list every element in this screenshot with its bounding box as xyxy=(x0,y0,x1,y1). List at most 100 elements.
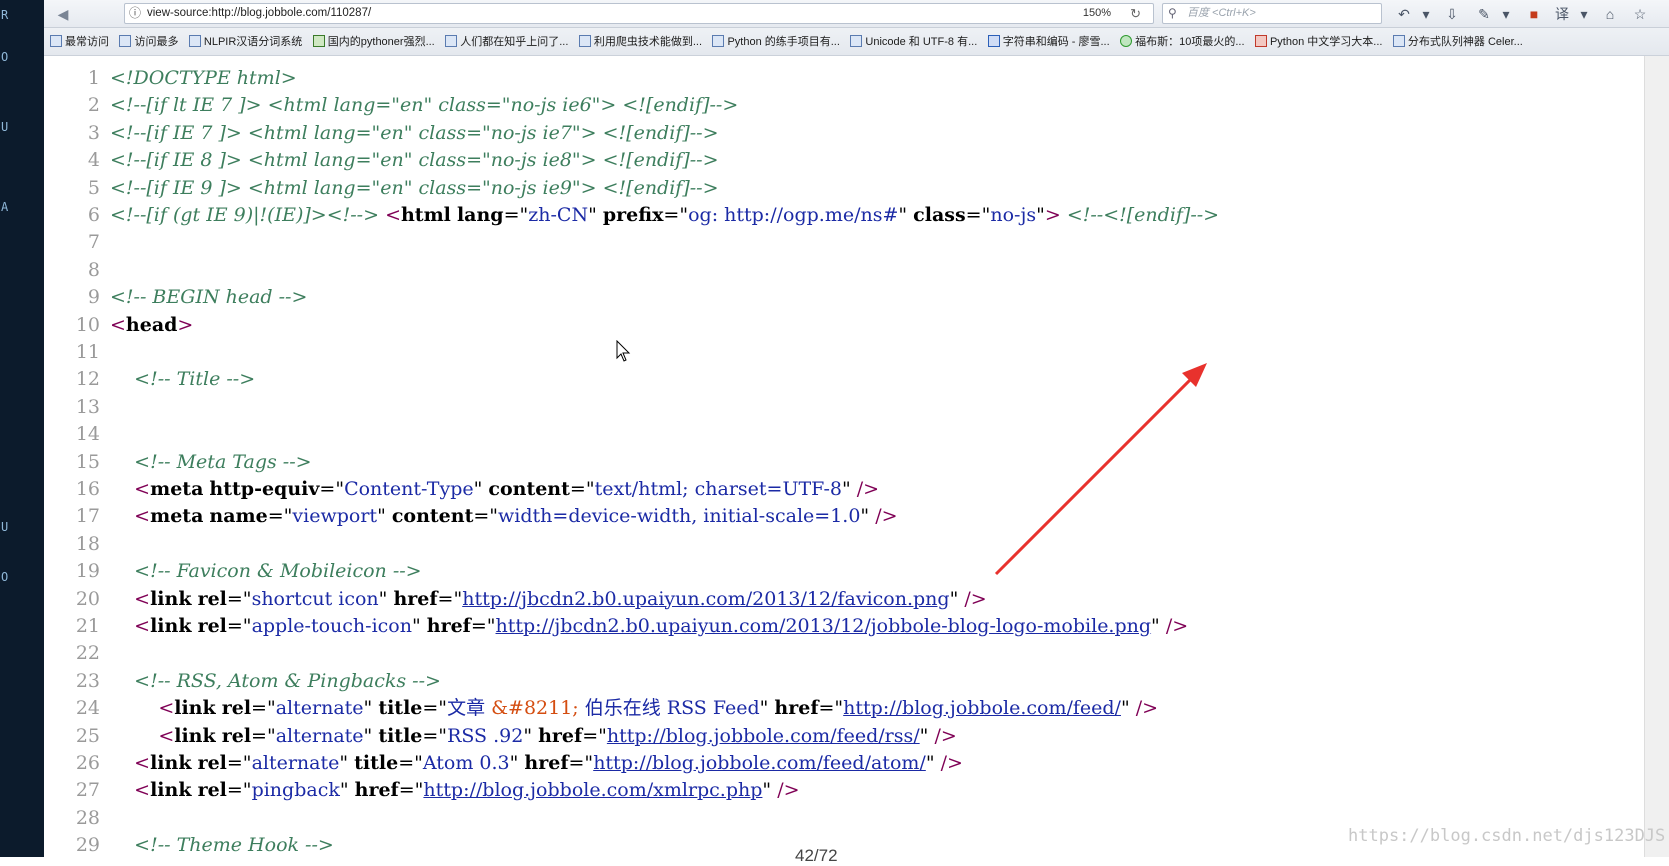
line-number: 23 xyxy=(75,669,100,692)
bookmark-item[interactable]: 访问最多 xyxy=(119,28,178,55)
code-token: href xyxy=(393,587,438,610)
line-code: <!--[if IE 8 ]> <html lang="en" class="n… xyxy=(110,147,719,173)
code-token: rel xyxy=(197,587,227,610)
bookmark-item[interactable]: 分布式队列神器 Celer... xyxy=(1392,28,1523,55)
line-code: <!-- RSS, Atom & Pingbacks --> xyxy=(110,668,441,694)
bookmark-item[interactable]: 字符串和编码 - 廖雪... xyxy=(987,28,1110,55)
code-token: /> xyxy=(777,779,800,802)
code-token: html xyxy=(400,204,451,226)
addon-icon[interactable]: ■ xyxy=(1524,4,1544,24)
code-token: " xyxy=(1036,204,1045,226)
page-icon xyxy=(119,35,132,47)
code-token: /> xyxy=(875,505,898,528)
source-link[interactable]: http://blog.jobbole.com/feed/ xyxy=(843,697,1121,719)
search-box[interactable]: ⚲ 百度 <Ctrl+K> xyxy=(1162,3,1382,24)
code-token: href xyxy=(538,724,583,747)
dropdown-chevron-icon[interactable]: ▾ xyxy=(1496,4,1516,24)
line-code: <head> xyxy=(110,312,193,338)
zhihu-icon xyxy=(712,35,725,47)
bookmark-item[interactable]: 福布斯：10项最火的... xyxy=(1120,28,1245,55)
code-token: link xyxy=(150,587,192,610)
source-code-view: 1 <!DOCTYPE html> 2 <!--[if lt IE 7 ]> <htm… xyxy=(44,56,1644,857)
bookmark-item[interactable]: NLPIR汉语分词系统 xyxy=(188,28,302,55)
source-link[interactable]: http://jbcdn2.b0.upaiyun.com/2013/12/job… xyxy=(496,615,1152,637)
source-line: 9 <!-- BEGIN head --> xyxy=(44,284,307,310)
code-token: /> xyxy=(940,752,963,774)
code-token: <!-- Title --> xyxy=(134,368,256,391)
code-token: =" xyxy=(818,697,844,720)
code-token: pingback xyxy=(251,779,340,802)
reload-icon[interactable]: ↻ xyxy=(1130,4,1141,23)
bookmark-item[interactable]: 人们都在知乎上问了... xyxy=(445,28,568,55)
undo-icon[interactable]: ↶ xyxy=(1394,4,1414,24)
code-token: meta xyxy=(150,505,204,528)
downloads-icon[interactable]: ⇩ xyxy=(1442,4,1462,24)
code-token: rel xyxy=(197,779,227,802)
code-token: " xyxy=(762,779,778,802)
source-link[interactable]: http://blog.jobbole.com/feed/atom/ xyxy=(593,752,926,774)
source-line: 17 <meta name="viewport" content="width=… xyxy=(44,503,898,529)
code-token: " xyxy=(339,779,355,802)
bookmark-item[interactable]: Unicode 和 UTF-8 有... xyxy=(850,28,977,55)
code-token: href xyxy=(426,615,471,637)
line-number: 12 xyxy=(75,368,100,391)
bookmark-item[interactable]: 国内的pythoner强烈... xyxy=(312,28,435,55)
line-number: 3 xyxy=(87,121,100,144)
code-token: > xyxy=(177,313,194,336)
code-token: < xyxy=(134,752,151,774)
source-link[interactable]: http://blog.jobbole.com/xmlrpc.php xyxy=(423,779,762,801)
code-token: apple-touch-icon xyxy=(251,615,412,637)
bookmark-star-icon[interactable]: ☆ xyxy=(1630,4,1650,24)
code-token: " xyxy=(860,505,876,528)
bookmark-item[interactable]: Python 中文学习大本... xyxy=(1254,28,1382,55)
code-token: /> xyxy=(856,478,880,500)
translate-icon[interactable]: 译 xyxy=(1552,4,1572,24)
code-token: Atom 0.3 xyxy=(422,752,510,774)
zoom-level[interactable]: 150% xyxy=(1083,4,1111,23)
tools-icon[interactable]: ✎ xyxy=(1474,4,1494,24)
source-link[interactable]: http://blog.jobbole.com/feed/rss/ xyxy=(607,725,920,747)
source-line: 22 xyxy=(44,640,110,666)
source-link[interactable]: http://jbcdn2.b0.upaiyun.com/2013/12/fav… xyxy=(462,588,949,610)
dropdown-chevron-icon[interactable]: ▾ xyxy=(1574,4,1594,24)
bookmark-item[interactable]: Python 的练手项目有... xyxy=(712,28,840,55)
code-token: <!--<![endif]--> xyxy=(1066,204,1220,226)
code-token: =" xyxy=(226,587,252,610)
source-line: 26 <link rel="alternate" title="Atom 0.3… xyxy=(44,750,963,776)
line-number: 15 xyxy=(75,450,100,473)
source-line: 11 xyxy=(44,339,110,365)
code-token: rel xyxy=(197,752,227,774)
dropdown-chevron-icon[interactable]: ▾ xyxy=(1416,4,1436,24)
code-token: " xyxy=(949,587,965,610)
source-line: 29 <!-- Theme Hook --> xyxy=(44,832,334,857)
bookmark-item[interactable]: 利用爬虫技术能做到... xyxy=(578,28,702,55)
code-token: viewport xyxy=(292,505,378,528)
code-token: " xyxy=(378,587,394,610)
source-line: 6 <!--[if (gt IE 9)|!(IE)]><!--> <html la… xyxy=(44,202,1219,228)
line-code: <!--[if IE 7 ]> <html lang="en" class="n… xyxy=(110,120,719,146)
bookmarks-bar: 最常访问 访问最多 NLPIR汉语分词系统 国内的pythoner强烈... 人… xyxy=(44,28,1669,56)
code-token: alternate xyxy=(251,752,340,774)
code-token: <!-- RSS, Atom & Pingbacks --> xyxy=(134,669,441,692)
source-line: 13 xyxy=(44,394,110,420)
watermark: https://blog.csdn.net/djs123DJS xyxy=(1348,826,1666,846)
code-token: =" xyxy=(470,615,496,637)
back-button[interactable]: ◀ xyxy=(52,4,74,24)
line-code: <!-- BEGIN head --> xyxy=(110,284,307,310)
vertical-scrollbar[interactable] xyxy=(1644,56,1669,857)
code-token: <!-- Meta Tags --> xyxy=(134,450,312,473)
address-bar[interactable]: ⓘ view-source:http://blog.jobbole.com/11… xyxy=(124,3,1154,24)
code-token: =" xyxy=(226,615,252,637)
home-icon[interactable]: ⌂ xyxy=(1600,4,1620,24)
code-token: <!--[if (gt IE 9)|!(IE)]><!--> xyxy=(110,204,380,226)
bookmark-label: 国内的pythoner强烈... xyxy=(327,36,435,48)
line-number: 24 xyxy=(75,697,100,720)
page-info-icon[interactable]: ⓘ xyxy=(129,4,141,23)
address-url[interactable]: view-source:http://blog.jobbole.com/1102… xyxy=(147,4,371,23)
code-token: > xyxy=(1044,204,1061,226)
bookmark-item[interactable]: 最常访问 xyxy=(50,28,109,55)
browser-toolbar: ◀ ⓘ view-source:http://blog.jobbole.com/… xyxy=(44,0,1669,28)
